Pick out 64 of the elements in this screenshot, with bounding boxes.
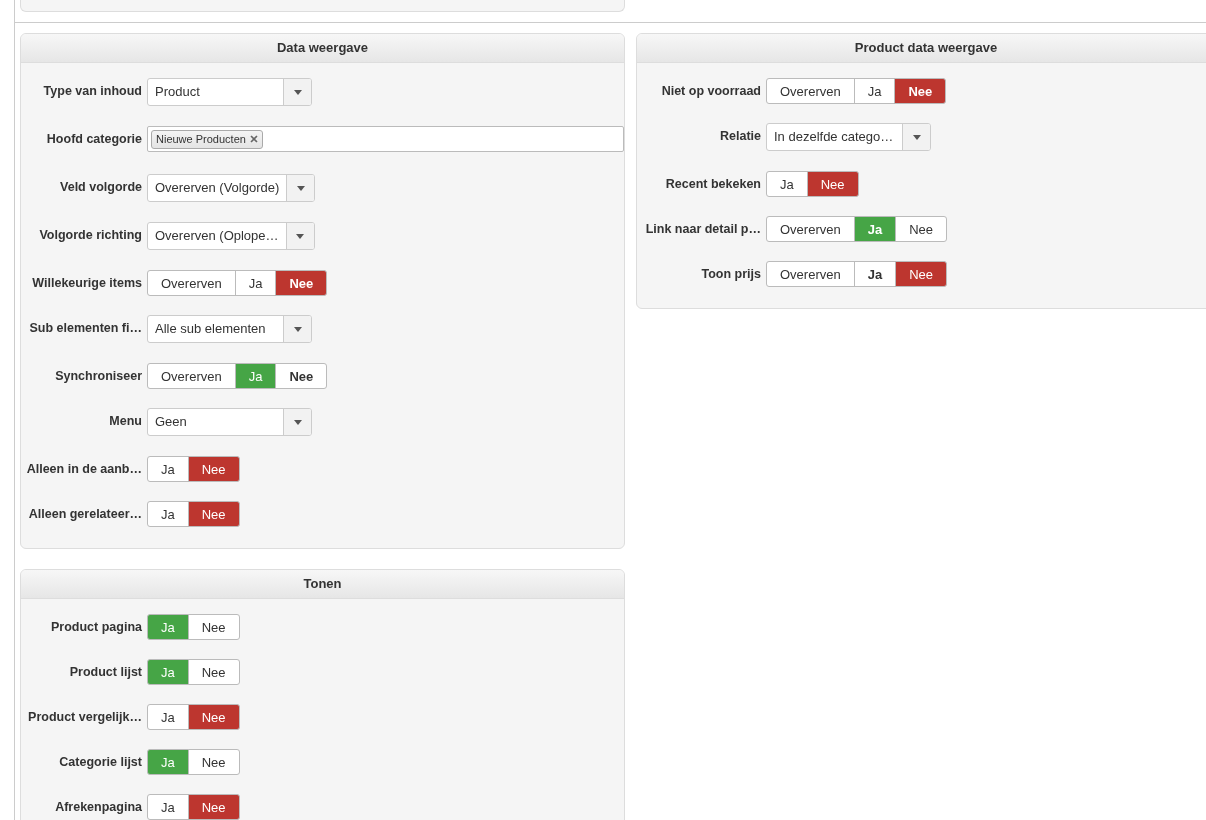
field-label: Sub elementen fi…	[28, 320, 142, 335]
toggle-option[interactable]: Overerven	[766, 261, 855, 287]
caret-icon	[296, 185, 305, 191]
field-label: Type van inhoud	[42, 83, 142, 98]
field-label: Volgorde richting	[38, 227, 142, 242]
panel-title: Data weergave	[21, 34, 624, 63]
field-label: Alleen in de aanb…	[25, 461, 142, 476]
toggle-option[interactable]: Ja	[853, 261, 897, 287]
tag-input-field[interactable]: Nieuwe Producten	[147, 126, 624, 152]
toggle-option[interactable]: Ja	[147, 456, 189, 482]
field-label: Product vergelijk…	[27, 709, 142, 724]
toggle-option[interactable]: Ja	[766, 171, 808, 197]
toggle-option[interactable]: Overerven	[766, 216, 855, 242]
caret-icon	[293, 326, 302, 332]
toggle-option[interactable]: Overerven	[147, 270, 236, 296]
field-label: Veld volgorde	[59, 179, 142, 194]
field-label: Link naar detail p…	[644, 221, 761, 236]
dropdown[interactable]: Overerven (Oplope…	[147, 222, 315, 250]
field-label: Niet op voorraad	[660, 83, 761, 98]
toggle-option[interactable]: Nee	[187, 501, 240, 527]
toggle-option[interactable]: Ja	[147, 704, 189, 730]
caret-icon	[293, 89, 302, 95]
field-label: Synchroniseer	[54, 368, 142, 383]
field-label: Toon prijs	[700, 266, 761, 281]
dropdown[interactable]: Product	[147, 78, 312, 106]
field-label: Menu	[108, 413, 142, 428]
remove-icon[interactable]	[249, 135, 258, 143]
toggle-option[interactable]: Nee	[187, 659, 240, 685]
toggle-option[interactable]: Nee	[275, 270, 328, 296]
toggle-option[interactable]: Nee	[275, 363, 328, 389]
dropdown[interactable]: In dezelfde catego…	[766, 123, 931, 151]
toggle-option[interactable]: Nee	[187, 456, 240, 482]
toggle-option[interactable]: Nee	[187, 794, 240, 820]
toggle-option[interactable]: Overerven	[766, 78, 855, 104]
field-label: Hoofd categorie	[45, 131, 142, 146]
toggle-option[interactable]: Nee	[806, 171, 859, 197]
dropdown[interactable]: Overerven (Volgorde)	[147, 174, 316, 202]
toggle-option[interactable]: Overerven	[147, 363, 236, 389]
field-label: Afrekenpagina	[54, 799, 142, 814]
field-label: Categorie lijst	[58, 754, 142, 769]
field-label: Willekeurige items	[31, 275, 142, 290]
field-label: Alleen gerelateer…	[27, 506, 142, 521]
toggle-option[interactable]: Nee	[895, 261, 948, 287]
toggle-option[interactable]: Ja	[147, 501, 189, 527]
toggle-option[interactable]: Nee	[187, 614, 240, 640]
caret-icon	[296, 233, 305, 239]
toggle-option[interactable]: Ja	[234, 270, 277, 296]
panel-title: Product data weergave	[637, 34, 1206, 63]
panel-title: Tonen	[21, 570, 624, 599]
caret-icon	[293, 419, 302, 425]
dropdown[interactable]: Alle sub elementen	[147, 315, 312, 343]
toggle-option[interactable]: Nee	[187, 749, 240, 775]
field-label: Product pagina	[50, 619, 142, 634]
field-label: Recent bekeken	[664, 176, 761, 191]
toggle-option[interactable]: Ja	[853, 78, 896, 104]
field-label: Product lijst	[68, 664, 142, 679]
tag-label: Nieuwe Producten	[156, 133, 246, 145]
field-label: Relatie	[719, 128, 761, 143]
caret-icon	[912, 134, 921, 140]
toggle-option[interactable]: Ja	[147, 794, 189, 820]
toggle-option[interactable]: Nee	[894, 78, 947, 104]
dropdown[interactable]: Geen	[147, 408, 312, 436]
toggle-option[interactable]: Nee	[187, 704, 240, 730]
toggle-option[interactable]: Nee	[895, 216, 948, 242]
